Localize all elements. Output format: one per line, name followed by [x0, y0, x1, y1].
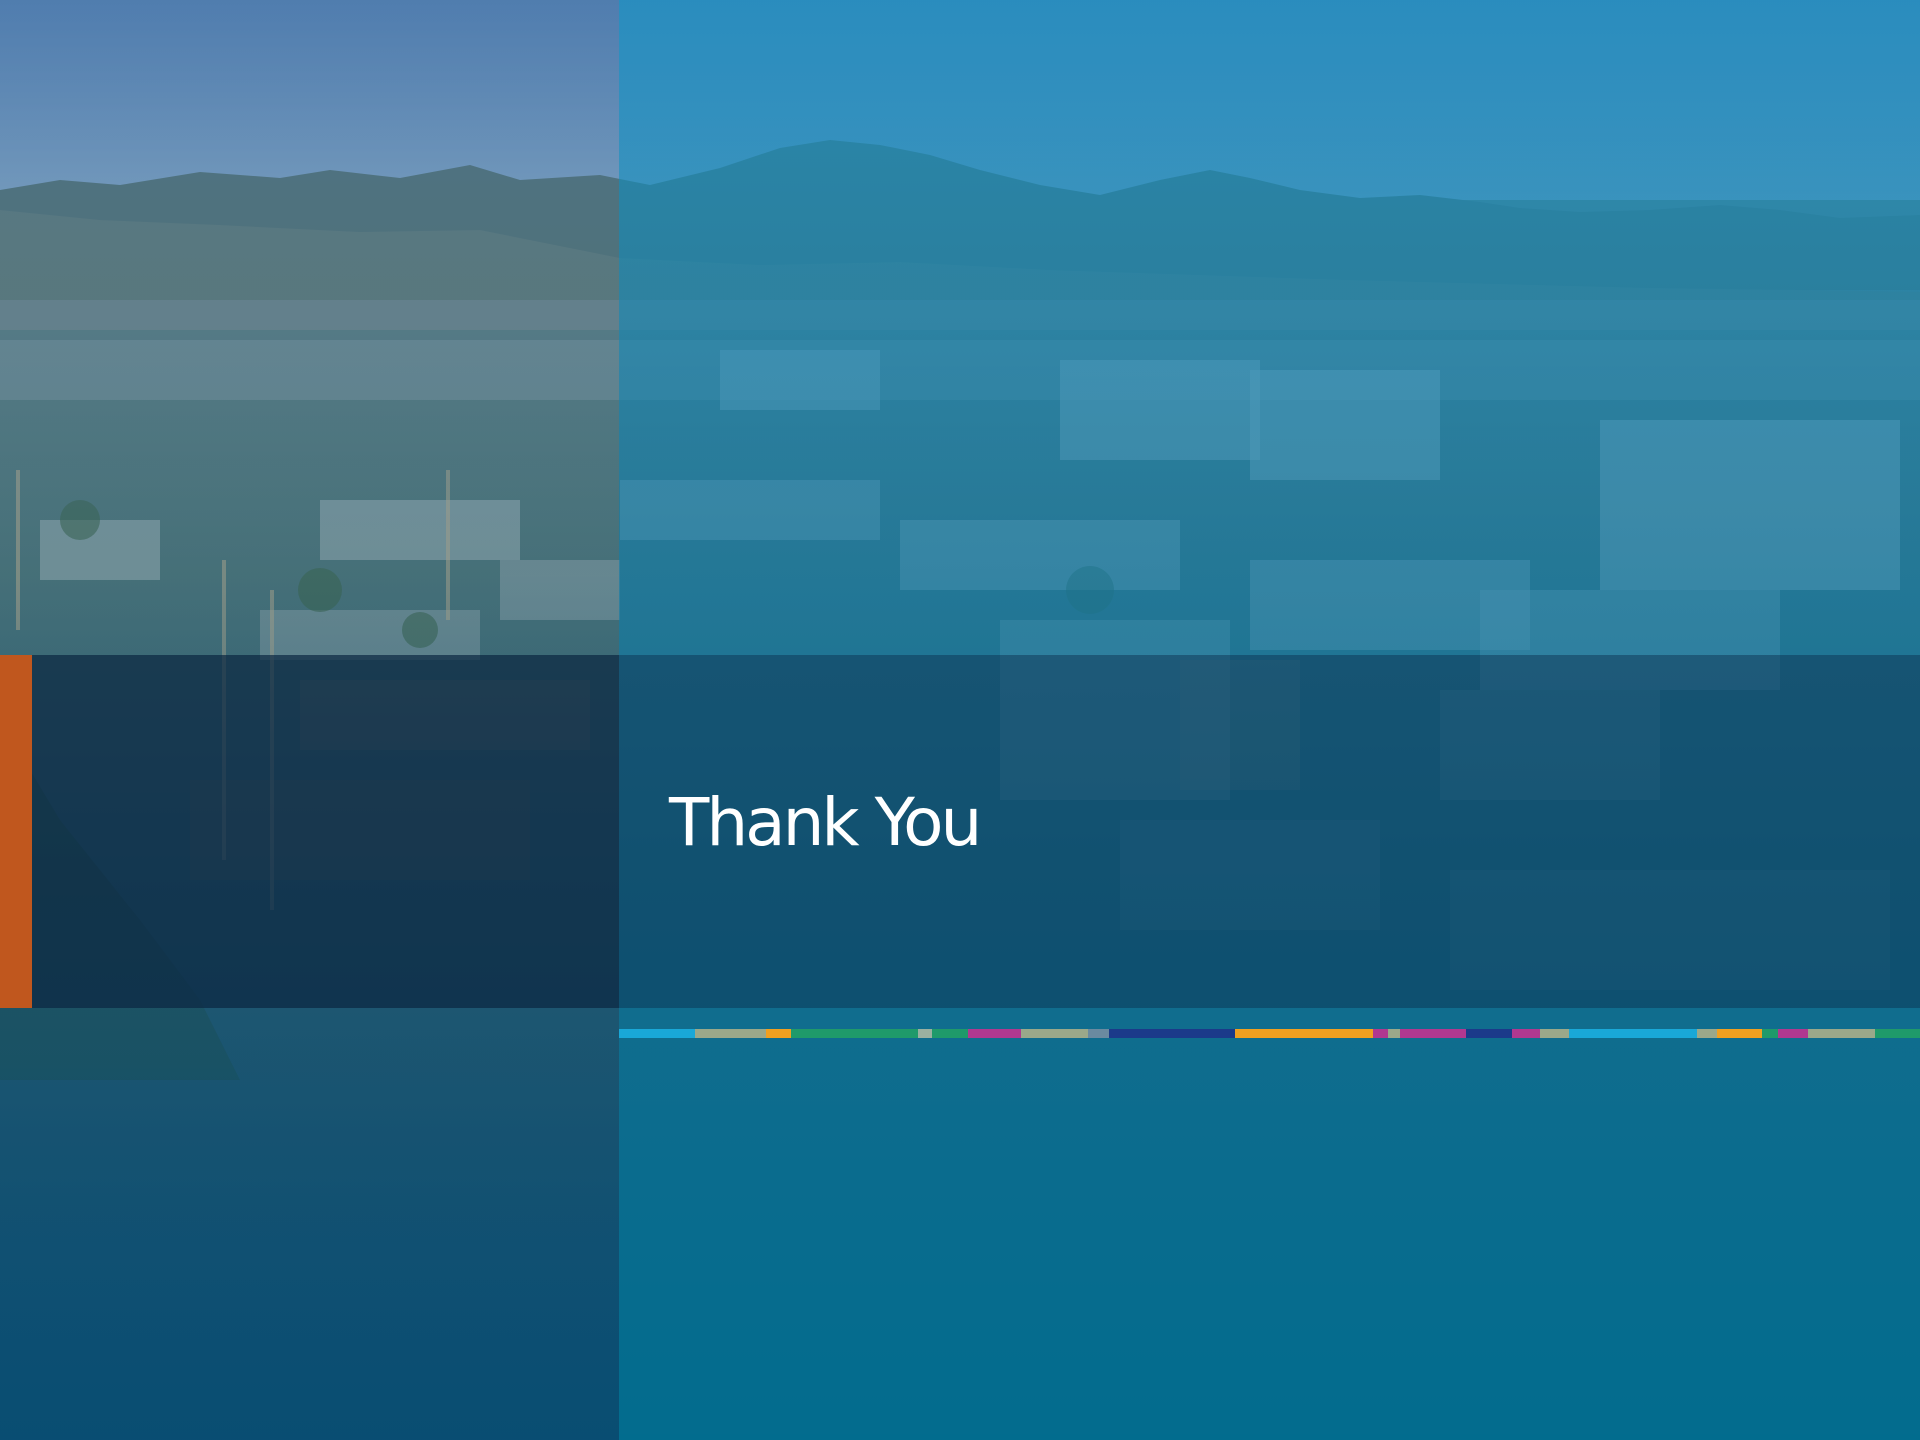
strip-segment — [1568, 1029, 1697, 1038]
strip-segment — [1540, 1029, 1569, 1038]
strip-segment — [968, 1029, 1022, 1038]
strip-segment — [1088, 1029, 1109, 1038]
strip-segment — [1716, 1029, 1762, 1038]
strip-segment — [1466, 1029, 1512, 1038]
strip-segment — [790, 1029, 918, 1038]
strip-segment — [917, 1029, 932, 1038]
strip-segment — [1400, 1029, 1467, 1038]
page-title: Thank You — [669, 784, 982, 861]
strip-segment — [1235, 1029, 1373, 1038]
strip-segment — [1108, 1029, 1236, 1038]
strip-segment — [766, 1029, 791, 1038]
strip-segment — [1696, 1029, 1717, 1038]
title-band-left-shade — [0, 655, 619, 1008]
strip-segment — [619, 1029, 696, 1038]
strip-segment — [1777, 1029, 1809, 1038]
strip-segment — [1387, 1029, 1401, 1038]
strip-segment — [1372, 1029, 1388, 1038]
slide: Thank You — [0, 0, 1920, 1440]
strip-segment — [1808, 1029, 1876, 1038]
strip-segment — [1761, 1029, 1778, 1038]
multicolor-strip — [619, 1029, 1920, 1038]
strip-segment — [695, 1029, 767, 1038]
strip-segment — [1511, 1029, 1541, 1038]
orange-accent-bar — [0, 655, 32, 1008]
strip-segment — [1875, 1029, 1920, 1038]
strip-segment — [1021, 1029, 1089, 1038]
strip-segment — [931, 1029, 969, 1038]
